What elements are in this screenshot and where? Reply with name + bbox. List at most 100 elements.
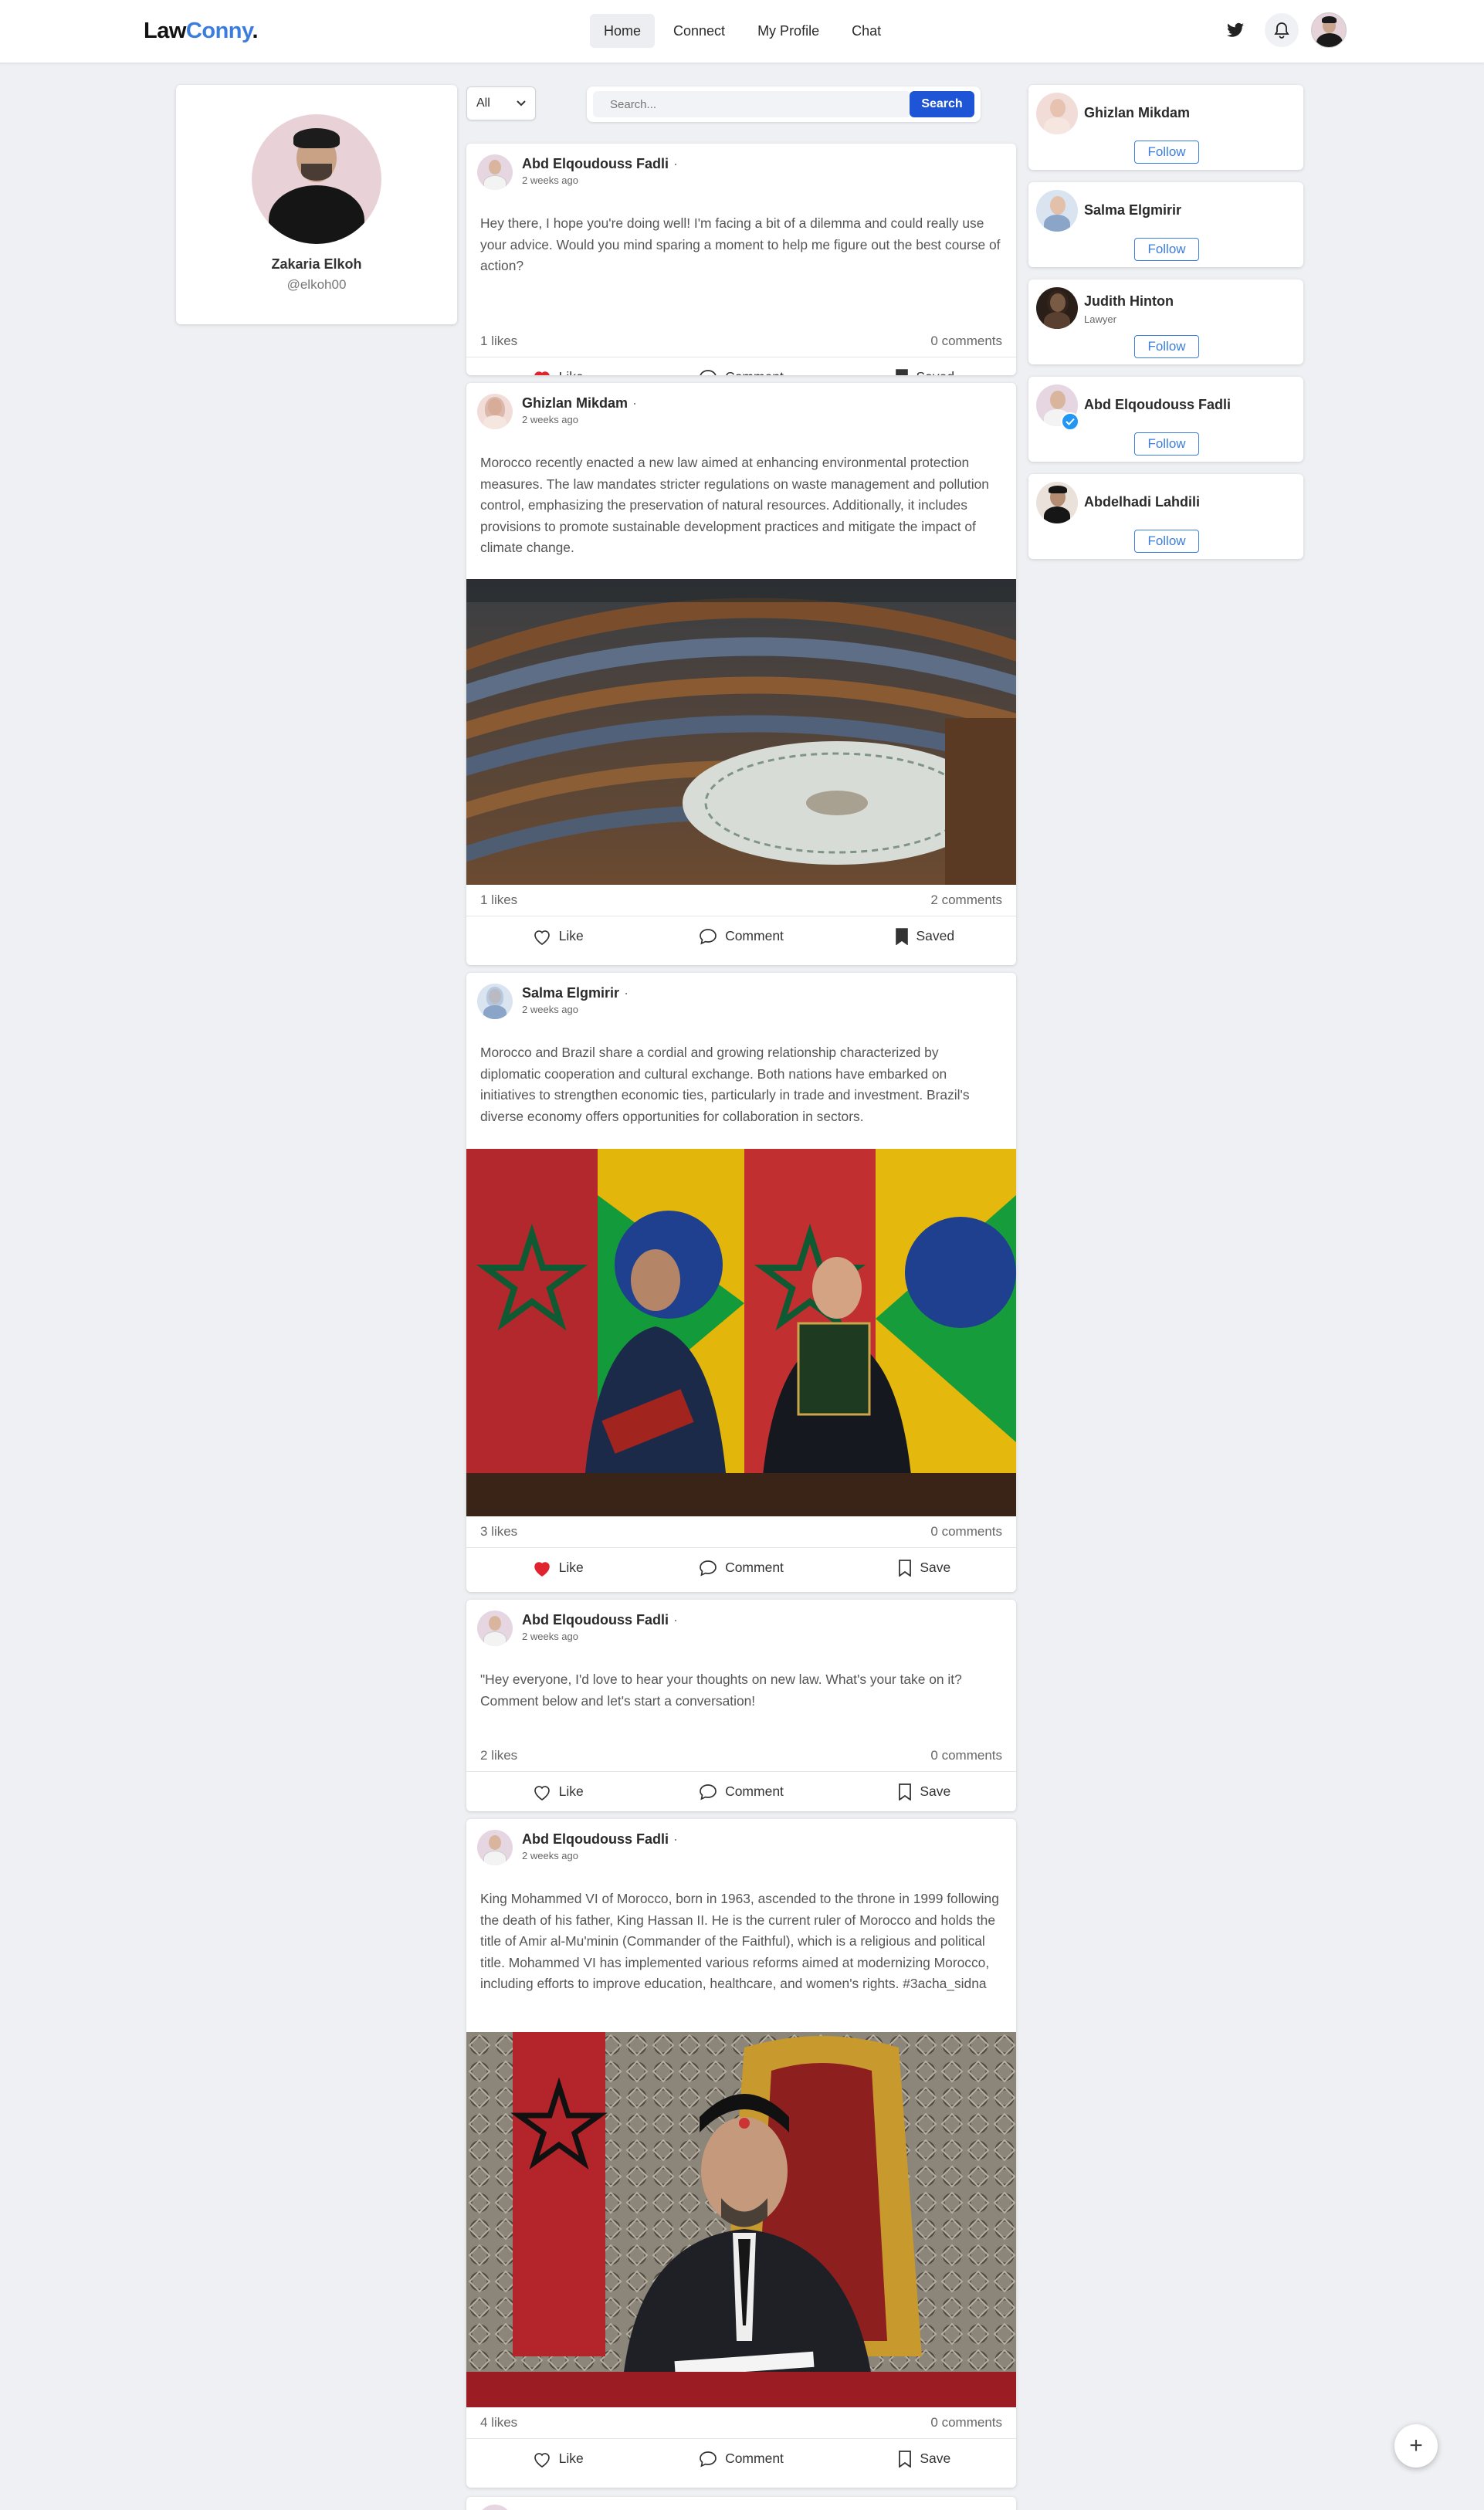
comment-label: Comment xyxy=(725,2451,784,2466)
save-label: Save xyxy=(920,1783,951,1799)
like-button[interactable]: Like xyxy=(466,369,649,375)
nav-right xyxy=(1218,12,1347,48)
post-author-avatar[interactable] xyxy=(477,984,513,1019)
like-button[interactable]: Like xyxy=(466,1783,649,1800)
suggestion-role: Lawyer xyxy=(1084,313,1116,325)
post-author-avatar[interactable] xyxy=(477,154,513,190)
nav-my-profile[interactable]: My Profile xyxy=(744,14,833,48)
comment-label: Comment xyxy=(725,1560,784,1575)
post-author-name: Abd Elqoudouss Fadli xyxy=(522,156,669,171)
post-comments-count[interactable]: 0 comments xyxy=(930,1748,1002,1763)
post-image-morocco-brazil[interactable] xyxy=(466,1149,1016,1516)
nav-chat[interactable]: Chat xyxy=(838,14,895,48)
suggestion-avatar[interactable] xyxy=(1036,287,1078,329)
suggestion-name[interactable]: Judith Hinton xyxy=(1084,293,1174,310)
twitter-icon[interactable] xyxy=(1218,13,1252,47)
save-button[interactable]: Save xyxy=(833,1783,1016,1800)
user-avatar[interactable] xyxy=(1311,12,1347,48)
follow-button[interactable]: Follow xyxy=(1134,530,1199,553)
post-stats: 4 likes 0 comments xyxy=(466,2407,1016,2438)
search-input[interactable] xyxy=(593,91,911,117)
comment-button[interactable]: Comment xyxy=(649,369,832,375)
post-comments-count[interactable]: 0 comments xyxy=(930,1524,1002,1540)
comment-button[interactable]: Comment xyxy=(649,1783,832,1800)
post-likes-count[interactable]: 2 likes xyxy=(480,1748,517,1763)
post-likes-count[interactable]: 4 likes xyxy=(480,2415,517,2430)
post-author[interactable]: Abd Elqoudouss Fadli · xyxy=(522,1831,678,1848)
post-time: 2 weeks ago xyxy=(522,414,578,425)
post-likes-count[interactable]: 1 likes xyxy=(480,334,517,349)
like-label: Like xyxy=(558,2451,584,2466)
post-author-avatar[interactable] xyxy=(477,1611,513,1646)
brand-main: Law xyxy=(144,19,186,43)
like-button[interactable]: Like xyxy=(466,2451,649,2468)
save-button[interactable]: Save xyxy=(833,1559,1016,1577)
save-button[interactable]: Saved xyxy=(833,927,1016,945)
heart-icon xyxy=(534,2452,550,2468)
nav-home[interactable]: Home xyxy=(590,14,656,48)
post-comments-count[interactable]: 0 comments xyxy=(930,334,1002,349)
comment-button[interactable]: Comment xyxy=(649,928,832,945)
post-author-avatar[interactable] xyxy=(477,1830,513,1865)
post-image-king[interactable] xyxy=(466,2032,1016,2407)
bookmark-icon xyxy=(895,368,908,375)
follow-button[interactable]: Follow xyxy=(1134,335,1199,358)
bell-icon[interactable] xyxy=(1265,13,1299,47)
post-author-avatar[interactable] xyxy=(477,394,513,429)
post-card-partial xyxy=(466,2497,1016,2510)
post-card: Abd Elqoudouss Fadli · 2 weeks ago Hey th… xyxy=(466,144,1016,375)
bookmark-icon xyxy=(899,1783,912,1800)
post-time: 2 weeks ago xyxy=(522,1850,578,1861)
suggestion-card: Abdelhadi Lahdili Follow xyxy=(1028,474,1303,559)
follow-button[interactable]: Follow xyxy=(1134,141,1199,164)
suggestion-avatar[interactable] xyxy=(1036,190,1078,232)
like-button[interactable]: Like xyxy=(466,1560,649,1577)
like-button[interactable]: Like xyxy=(466,928,649,945)
comment-button[interactable]: Comment xyxy=(649,1560,832,1577)
post-text: "Hey everyone, I'd love to hear your tho… xyxy=(480,1672,962,1709)
post-author[interactable]: Ghizlan Mikdam · xyxy=(522,395,637,412)
post-actions: Like Comment Save xyxy=(466,2438,1016,2478)
post-likes-count[interactable]: 3 likes xyxy=(480,1524,517,1540)
plus-icon[interactable]: + xyxy=(1394,2424,1438,2468)
nav-connect[interactable]: Connect xyxy=(659,14,739,48)
profile-card: Zakaria Elkoh @elkoh00 xyxy=(176,85,457,324)
search-button[interactable]: Search xyxy=(910,91,974,117)
bookmark-icon xyxy=(899,1559,912,1577)
post-stats: 1 likes 2 comments xyxy=(466,885,1016,916)
like-label: Like xyxy=(558,928,584,943)
post-author-separator: · xyxy=(673,156,678,171)
suggestion-name[interactable]: Abd Elqoudouss Fadli xyxy=(1084,397,1231,413)
brand-logo[interactable]: LawConny. xyxy=(144,19,259,44)
post-comments-count[interactable]: 0 comments xyxy=(930,2415,1002,2430)
suggestion-avatar[interactable] xyxy=(1036,482,1078,523)
profile-handle: @elkoh00 xyxy=(286,277,347,292)
follow-button[interactable]: Follow xyxy=(1134,432,1199,456)
post-stats: 1 likes 0 comments xyxy=(466,326,1016,357)
suggestion-avatar[interactable] xyxy=(1036,93,1078,134)
comment-icon xyxy=(700,928,717,945)
profile-name: Zakaria Elkoh xyxy=(271,256,362,272)
save-button[interactable]: Saved xyxy=(833,368,1016,375)
suggestion-name[interactable]: Abdelhadi Lahdili xyxy=(1084,494,1200,510)
like-label: Like xyxy=(559,369,584,375)
post-author[interactable]: Abd Elqoudouss Fadli · xyxy=(522,156,678,172)
suggestion-name[interactable]: Ghizlan Mikdam xyxy=(1084,105,1190,121)
post-author-separator: · xyxy=(632,395,638,411)
post-author[interactable]: Salma Elgmirir · xyxy=(522,985,628,1001)
save-button[interactable]: Save xyxy=(833,2450,1016,2468)
post-image-parliament[interactable] xyxy=(466,579,1016,885)
post-comments-count[interactable]: 2 comments xyxy=(930,893,1002,908)
profile-avatar[interactable] xyxy=(252,114,381,244)
comment-button[interactable]: Comment xyxy=(649,2451,832,2468)
nav-links: Home Connect My Profile Chat xyxy=(590,14,895,48)
post-author-avatar[interactable] xyxy=(477,2505,513,2510)
post-author[interactable]: Abd Elqoudouss Fadli · xyxy=(522,1612,678,1628)
post-author-name: Abd Elqoudouss Fadli xyxy=(522,1612,669,1628)
suggestion-name[interactable]: Salma Elgmirir xyxy=(1084,202,1181,218)
comment-icon xyxy=(700,369,717,375)
follow-button[interactable]: Follow xyxy=(1134,238,1199,261)
post-author-separator: · xyxy=(624,985,629,1001)
post-likes-count[interactable]: 1 likes xyxy=(480,893,517,908)
post-filter-select[interactable]: All xyxy=(466,86,536,120)
